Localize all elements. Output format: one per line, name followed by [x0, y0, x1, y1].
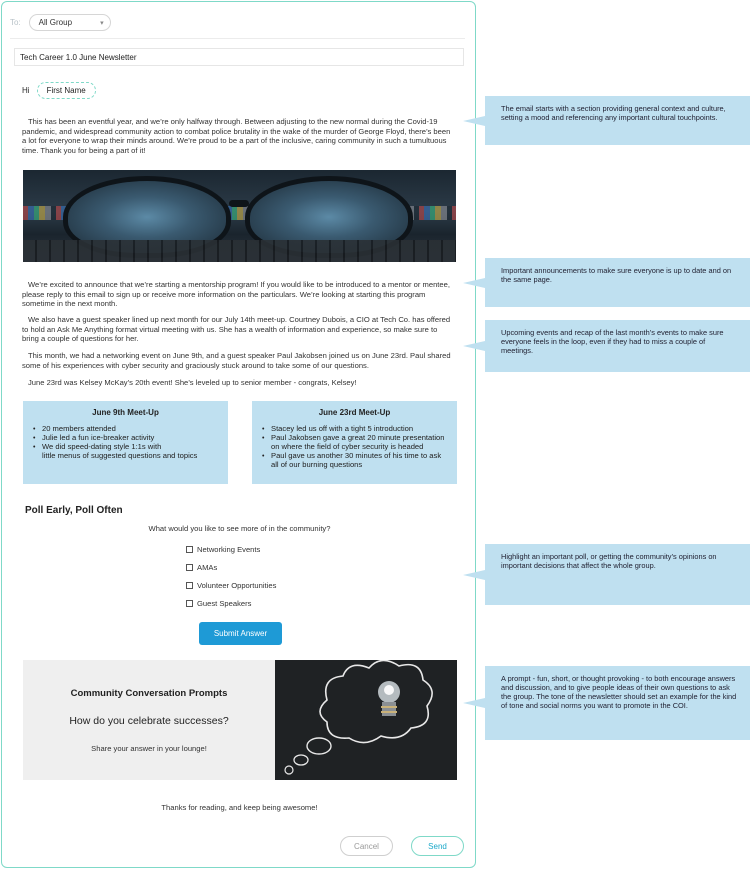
poll-option-label: Volunteer Opportunities: [197, 581, 277, 590]
recap-paragraph[interactable]: This month, we had a networking event on…: [22, 351, 452, 370]
meetup-item: Julie led a fun ice-breaker activity: [33, 433, 218, 443]
lightbulb-thought-cloud-image: [275, 660, 457, 780]
greeting-row: Hi First Name: [22, 82, 96, 99]
meetup-item: We did speed-dating style 1:1s with: [33, 442, 218, 452]
checkbox[interactable]: [186, 546, 193, 553]
prompt-subtext: Share your answer in your lounge!: [91, 744, 207, 753]
recipient-group-value: All Group: [38, 18, 73, 27]
meetup-list: 20 members attended Julie led a fun ice-…: [33, 424, 218, 460]
annotation-events: Upcoming events and recap of the last mo…: [485, 320, 750, 372]
poll-option-label: AMAs: [197, 563, 218, 572]
shoutout-paragraph[interactable]: June 23rd was Kelsey McKay’s 20th event!…: [22, 378, 452, 388]
checkbox[interactable]: [186, 564, 193, 571]
cancel-button[interactable]: Cancel: [340, 836, 393, 856]
recipient-group-select[interactable]: All Group ▾: [28, 14, 111, 31]
banner-glasses-bridge: [229, 200, 249, 207]
intro-paragraph[interactable]: This has been an eventful year, and we’r…: [22, 117, 452, 155]
annotation-prompt: A prompt - fun, short, or thought provok…: [485, 666, 750, 740]
closing-text: Thanks for reading, and keep being aweso…: [161, 803, 318, 812]
poll-option-label: Guest Speakers: [197, 599, 252, 608]
annotation-poll: Highlight an important poll, or getting …: [485, 544, 750, 605]
annotation-context: The email starts with a section providin…: [485, 96, 750, 145]
poll-option-volunteer[interactable]: Volunteer Opportunities: [186, 581, 276, 590]
chevron-down-icon: ▾: [100, 20, 104, 27]
banner-keyboard: [23, 240, 456, 262]
meetup-item: little menus of suggested questions and …: [42, 451, 198, 460]
glasses-banner-image: [23, 170, 456, 262]
annotation-announcements: Important announcements to make sure eve…: [485, 258, 750, 307]
poll-option-label: Networking Events: [197, 545, 261, 554]
meetup-item: Paul gave us another 30 minutes of his t…: [262, 451, 447, 469]
first-name-merge-tag[interactable]: First Name: [36, 82, 96, 99]
poll-option-networking-events[interactable]: Networking Events: [186, 545, 260, 554]
checkbox[interactable]: [186, 600, 193, 607]
subject-field[interactable]: Tech Career 1.0 June Newsletter: [14, 48, 464, 66]
poll-question: What would you like to see more of in th…: [148, 524, 331, 533]
announcement-paragraph[interactable]: We’re excited to announce that we’re sta…: [22, 280, 452, 309]
send-button[interactable]: Send: [411, 836, 464, 856]
meetup-card-june9: June 9th Meet-Up 20 members attended Jul…: [23, 401, 228, 484]
meetup-item: 20 members attended: [33, 424, 218, 434]
poll-title: Poll Early, Poll Often: [25, 505, 123, 516]
conversation-prompt-panel: Community Conversation Prompts How do yo…: [23, 660, 275, 780]
meetup-card-june23: June 23rd Meet-Up Stacey led us off with…: [252, 401, 457, 484]
poll-option-guest-speakers[interactable]: Guest Speakers: [186, 599, 251, 608]
email-composer: To: All Group ▾ Tech Career 1.0 June New…: [1, 1, 476, 868]
meetup-item: Paul Jakobsen gave a great 20 minute pre…: [262, 433, 447, 451]
recipient-row: To: All Group ▾: [10, 14, 111, 31]
speaker-paragraph[interactable]: We also have a guest speaker lined up ne…: [22, 315, 452, 344]
divider: [10, 38, 465, 39]
prompt-question: How do you celebrate successes?: [69, 715, 229, 727]
submit-answer-button[interactable]: Submit Answer: [199, 622, 282, 645]
lightbulb-chalk-illustration: [284, 660, 433, 775]
greeting-text: Hi: [22, 86, 30, 95]
meetup-list: Stacey led us off with a tight 5 introdu…: [262, 424, 447, 469]
meetup-title: June 9th Meet-Up: [92, 408, 159, 417]
meetup-item: Stacey led us off with a tight 5 introdu…: [262, 424, 447, 434]
poll-option-amas[interactable]: AMAs: [186, 563, 217, 572]
to-label: To:: [10, 18, 21, 27]
prompt-title: Community Conversation Prompts: [70, 688, 228, 699]
checkbox[interactable]: [186, 582, 193, 589]
meetup-title: June 23rd Meet-Up: [318, 408, 391, 417]
